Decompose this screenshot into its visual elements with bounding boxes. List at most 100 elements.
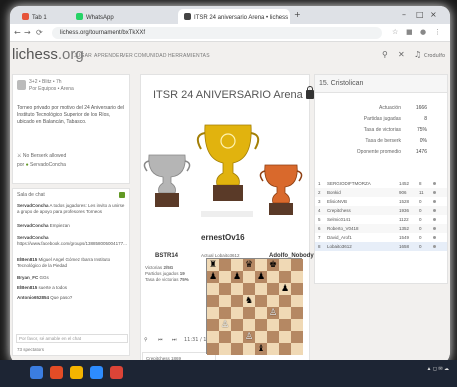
nav-tools[interactable]: HERRAMIENTAS (168, 53, 210, 59)
chat-link[interactable]: https://www.facebook.com/groups/13885800… (17, 241, 127, 246)
tournament-meta: 3+2 • Blitz • 7h Por Equipos • Arena (29, 79, 74, 93)
standings-row[interactable]: 3 ElisioNVB 1528 0 (315, 197, 447, 206)
standings-row[interactable]: 1 SERGIODIFTMORZA 1452 8 (315, 179, 447, 188)
profile-icon[interactable]: ● (420, 28, 426, 36)
chat-user[interactable]: Bryan_FC (17, 275, 38, 280)
standings-row[interactable]: 4 Crepitchess 1936 0 (315, 206, 447, 215)
app-icon[interactable] (90, 366, 103, 379)
standings-row-selected[interactable]: 8 Lobaito3612 1658 0 (315, 242, 447, 251)
black-pawn-icon: ♟ (280, 284, 290, 294)
row-rank: 4 (318, 208, 321, 213)
nav-community[interactable]: COMUNIDAD (134, 53, 167, 59)
row-name: SERGIODIFTMORZA (327, 181, 371, 186)
board-square (279, 331, 291, 343)
chat-user[interactable]: ServadConcha (17, 235, 49, 240)
notification-icon[interactable]: ♫ (414, 50, 421, 59)
first-move-icon[interactable]: ⏮ (158, 337, 163, 343)
minimize-icon[interactable]: – (402, 10, 406, 19)
chat-toggle[interactable] (119, 192, 125, 198)
site-logo[interactable]: lichess.org (12, 46, 84, 63)
close-icon[interactable]: × (430, 10, 437, 19)
nav-watch[interactable]: VER (122, 53, 133, 59)
lichess-favicon-icon (184, 13, 191, 20)
board-square (243, 307, 255, 319)
board-square (231, 283, 243, 295)
stat-label: Tasa de victorias (363, 127, 401, 133)
stat-label: Victorias (145, 265, 163, 270)
folder-icon[interactable] (70, 366, 83, 379)
row-score: 0 (419, 226, 422, 231)
search-game-icon[interactable]: ⚲ (144, 337, 148, 343)
nav-learn[interactable]: APRENDER (94, 53, 123, 59)
berserk-icon: ⚔ (17, 153, 22, 159)
row-rank: 3 (318, 199, 321, 204)
windows-taskbar: ▲ ◻ ✉ ☁ (0, 360, 457, 387)
menu-icon[interactable]: ⋮ (434, 28, 441, 36)
row-rating: 1549 (399, 235, 410, 240)
online-dot-icon: ● (25, 162, 29, 168)
board-square (207, 295, 219, 307)
standings-row[interactable]: 2 Bonkid 906 11 (315, 188, 447, 197)
arena-title: ITSR 24 ANIVERSARIO Arena (153, 86, 314, 101)
tab-label: WhatsApp (86, 15, 114, 21)
board-square (207, 307, 219, 319)
board-square (255, 307, 267, 319)
logo-text: lichess (12, 46, 58, 63)
created-by: por ● ServadoConcha (17, 162, 66, 168)
row-rating: 1658 (399, 244, 410, 249)
chat-user[interactable]: Antonio652854 (17, 295, 49, 300)
game-controls: ⚲ ⏮ ⏭ 11:31 / 10 (142, 334, 216, 346)
last-move-icon[interactable]: ⏭ (172, 337, 177, 343)
lock-icon (305, 86, 314, 99)
forward-icon[interactable]: → (24, 28, 31, 37)
star-icon[interactable]: ☆ (392, 28, 398, 36)
board-square (219, 271, 231, 283)
stat-value: 1666 (415, 105, 427, 111)
row-score: 0 (419, 235, 422, 240)
podium-first-name[interactable]: ernestOv16 (201, 233, 245, 242)
row-score: 8 (419, 181, 422, 186)
nav-play[interactable]: JUGAR (74, 53, 92, 59)
board-square (267, 295, 279, 307)
meta-line-2: Por Equipos • Arena (29, 86, 74, 92)
browser-tab-whatsapp[interactable]: WhatsApp (70, 9, 120, 24)
maximize-icon[interactable]: □ (416, 10, 424, 19)
new-tab-button[interactable]: + (294, 10, 301, 19)
standings-row[interactable]: 5 Selmic0141 1122 0 (315, 215, 447, 224)
start-icon[interactable] (30, 366, 43, 379)
stat-label: Tasa de victorias (145, 277, 179, 282)
standings-row[interactable]: 7 David_Arof1 1549 0 (315, 233, 447, 242)
back-icon[interactable]: ← (14, 28, 21, 37)
chat-user[interactable]: ServadConcha (17, 203, 49, 208)
live-game-board[interactable]: ♜ ♛ ♚ ♟ ♟ ♟ ♟ ♞ ♙ ♙ ♙ ♝ (206, 258, 303, 355)
browser-tab-1[interactable]: Tab 1 (16, 9, 68, 24)
board-square (279, 259, 291, 271)
chrome-icon[interactable] (110, 366, 123, 379)
board-square (243, 319, 255, 331)
user-menu[interactable]: Crodulfo (424, 53, 445, 59)
challenge-icon[interactable]: ✕ (398, 50, 405, 59)
chat-user[interactable]: ServadConcha (17, 223, 49, 228)
search-icon[interactable]: ⚲ (382, 50, 388, 59)
chat-user[interactable]: ElBen815 (17, 257, 37, 262)
reload-icon[interactable]: ⟳ (36, 28, 43, 37)
creator-link[interactable]: ServadoConcha (30, 162, 66, 168)
chat-input[interactable]: Por favor, sé amable en el chat (16, 334, 128, 343)
standings-row[interactable]: 6 Roberto_V0418 1352 0 (315, 224, 447, 233)
row-rating: 1528 (399, 199, 410, 204)
row-score: 0 (419, 208, 422, 213)
browser-tab-lichess[interactable]: ITSR 24 aniversario Arena • lichess (178, 9, 290, 24)
board-square (219, 331, 231, 343)
stat-value: 75% (416, 127, 427, 133)
board-square (207, 343, 219, 355)
board-square (291, 331, 303, 343)
extension-icon[interactable]: ■ (406, 28, 413, 36)
row-rating: 906 (399, 190, 407, 195)
stat-value: 2/5G (163, 265, 174, 270)
app-icon[interactable] (50, 366, 63, 379)
board-square (267, 271, 279, 283)
podium-second-name[interactable]: BSTR14 (155, 253, 178, 259)
stat-value: 75% (179, 277, 189, 282)
url-field[interactable]: lichess.org/tournament/bxTkXXf (52, 27, 382, 39)
chat-user[interactable]: ElBen815 (17, 285, 37, 290)
